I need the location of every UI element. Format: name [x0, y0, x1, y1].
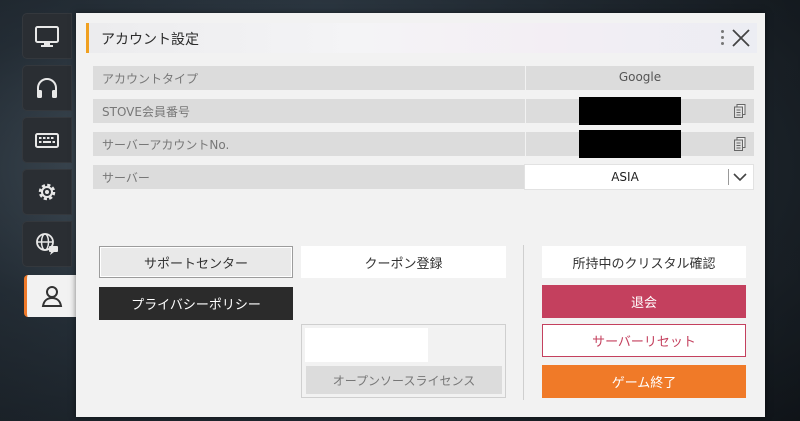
redacted-value: [579, 97, 681, 125]
license-image-placeholder: [305, 328, 428, 362]
close-icon[interactable]: [729, 26, 753, 50]
server-select[interactable]: ASIA: [524, 164, 754, 190]
account-settings-panel: アカウント設定 アカウントタイプ Google STOVE会員番号 サーバーアカ…: [76, 13, 765, 417]
page-title: アカウント設定: [101, 32, 199, 48]
support-center-button[interactable]: サポートセンター: [99, 246, 293, 278]
redacted-value: [579, 130, 681, 158]
tab-language[interactable]: [22, 221, 72, 267]
stove-number-label: STOVE会員番号: [102, 105, 190, 119]
server-account-row: サーバーアカウントNo.: [93, 130, 754, 158]
column-divider: [523, 245, 524, 400]
kebab-icon[interactable]: [721, 30, 725, 46]
stove-number-row: STOVE会員番号: [93, 97, 754, 125]
keyboard-icon: [35, 133, 59, 148]
coupon-register-button[interactable]: クーポン登録: [301, 246, 506, 278]
user-icon: [41, 286, 63, 307]
tab-display[interactable]: [22, 13, 72, 59]
tab-account[interactable]: [24, 275, 79, 317]
withdraw-button[interactable]: 退会: [542, 285, 746, 318]
exit-game-button[interactable]: ゲーム終了: [542, 365, 746, 398]
copy-icon[interactable]: [734, 137, 746, 151]
open-source-license-button[interactable]: オープンソースライセンス: [306, 366, 502, 394]
server-account-label: サーバーアカウントNo.: [102, 138, 230, 152]
account-type-label: アカウントタイプ: [102, 72, 199, 86]
title-bar: アカウント設定: [86, 23, 757, 53]
globe-chat-icon: [36, 233, 58, 255]
tab-settings[interactable]: [22, 169, 72, 215]
tab-controls[interactable]: [22, 117, 72, 163]
gear-icon: [38, 183, 56, 201]
monitor-icon: [35, 26, 59, 47]
copy-icon[interactable]: [734, 104, 746, 118]
account-type-value: Google: [618, 70, 662, 84]
chevron-down-icon: [733, 173, 747, 182]
server-select-value: ASIA: [611, 170, 639, 184]
account-type-row: アカウントタイプ Google: [93, 66, 754, 90]
tab-sound[interactable]: [22, 65, 72, 111]
server-row: サーバー ASIA: [93, 164, 754, 190]
server-label: サーバー: [102, 171, 150, 185]
server-reset-button[interactable]: サーバーリセット: [542, 324, 746, 357]
crystal-check-button[interactable]: 所持中のクリスタル確認: [542, 246, 746, 278]
privacy-policy-button[interactable]: プライバシーポリシー: [99, 287, 293, 320]
headset-icon: [37, 78, 57, 98]
